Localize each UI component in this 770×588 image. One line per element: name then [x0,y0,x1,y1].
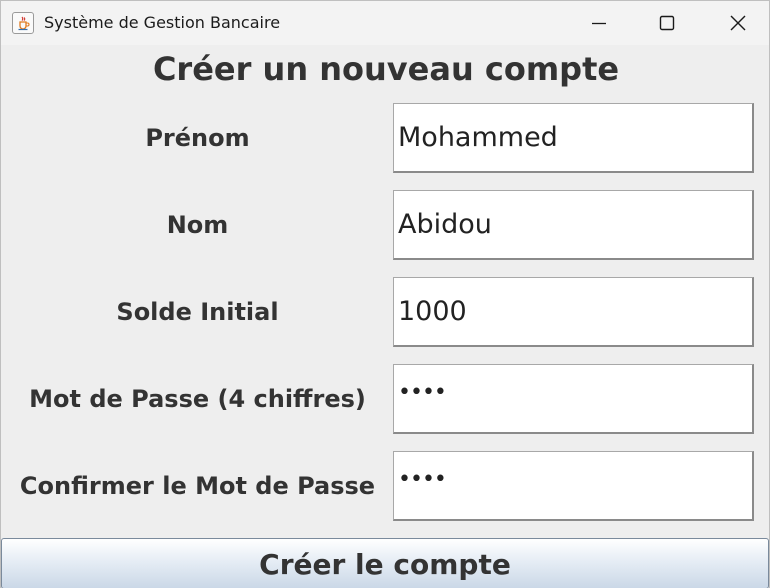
row-password: Mot de Passe (4 chiffres) •••• [1,364,770,434]
title-bar[interactable]: Système de Gestion Bancaire [1,1,769,45]
close-icon [730,15,746,31]
first-name-field[interactable]: Mohammed [393,103,754,173]
initial-balance-field[interactable]: 1000 [393,277,754,347]
create-account-button[interactable]: Créer le compte [1,538,769,588]
row-initial-balance: Solde Initial 1000 [1,277,770,347]
initial-balance-value: 1000 [398,296,467,327]
java-cup-icon [12,12,34,34]
maximize-button[interactable] [643,1,691,45]
confirm-password-value: •••• [398,467,447,492]
password-value: •••• [398,380,447,405]
password-label: Mot de Passe (4 chiffres) [29,385,366,413]
first-name-label: Prénom [145,124,250,152]
app-window: Système de Gestion Bancaire Créer un nou… [0,0,770,588]
password-field[interactable]: •••• [393,364,754,434]
last-name-value: Abidou [398,209,492,240]
row-last-name: Nom Abidou [1,190,770,260]
confirm-password-field[interactable]: •••• [393,451,754,521]
row-first-name: Prénom Mohammed [1,103,770,173]
minimize-button[interactable] [575,1,623,45]
form-panel: Créer un nouveau compte Prénom Mohammed … [1,45,769,588]
initial-balance-label: Solde Initial [116,298,279,326]
row-confirm-password: Confirmer le Mot de Passe •••• [1,451,770,521]
maximize-icon [659,15,675,31]
window-title: Système de Gestion Bancaire [44,13,281,32]
last-name-field[interactable]: Abidou [393,190,754,260]
first-name-value: Mohammed [398,122,558,153]
form-heading: Créer un nouveau compte [152,50,620,88]
last-name-label: Nom [166,211,229,239]
close-button[interactable] [714,1,762,45]
confirm-password-label: Confirmer le Mot de Passe [19,472,376,500]
minimize-icon [592,22,606,25]
create-account-label: Créer le compte [259,548,511,581]
